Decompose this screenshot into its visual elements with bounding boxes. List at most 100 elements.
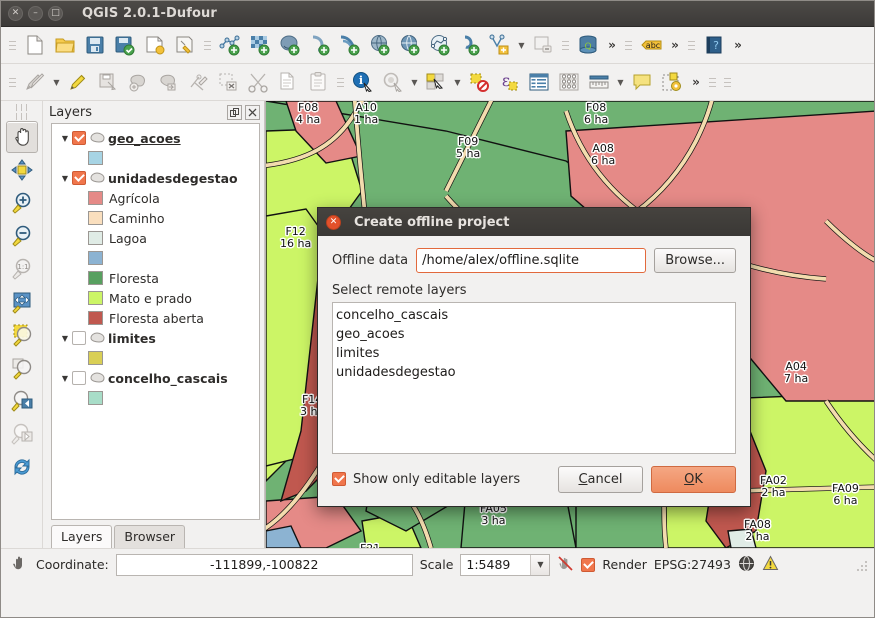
- list-item[interactable]: concelho_cascais: [336, 306, 735, 325]
- layer-row[interactable]: ▼ geo_acoes: [52, 128, 259, 148]
- expand-triangle-icon[interactable]: ▼: [58, 134, 72, 143]
- list-item[interactable]: unidadesdegestao: [336, 363, 735, 382]
- scale-combobox[interactable]: 1:5489 ▼: [460, 554, 550, 576]
- toolbar-overflow-button[interactable]: »: [687, 68, 705, 96]
- add-wcs-layer-icon[interactable]: [365, 30, 395, 60]
- layers-tree[interactable]: ▼ geo_acoes ▼: [51, 123, 260, 520]
- close-icon[interactable]: [245, 105, 260, 120]
- abc-label-icon[interactable]: abc: [636, 30, 666, 60]
- stop-render-icon[interactable]: [557, 555, 574, 575]
- list-item[interactable]: geo_acoes: [336, 325, 735, 344]
- messages-warning-icon[interactable]: [762, 555, 779, 575]
- zoom-out-icon[interactable]: [6, 220, 38, 252]
- offline-data-input[interactable]: /home/alex/offline.sqlite: [416, 248, 646, 273]
- move-feature-icon[interactable]: [153, 67, 183, 97]
- expand-triangle-icon[interactable]: ▼: [58, 334, 72, 343]
- toolbar-handle[interactable]: [561, 35, 570, 55]
- layer-name[interactable]: unidadesdegestao: [108, 171, 238, 186]
- node-tool-icon[interactable]: [183, 67, 213, 97]
- zoom-actual-size-icon[interactable]: 1:1: [6, 253, 38, 285]
- cut-features-icon[interactable]: [243, 67, 273, 97]
- add-mssql-layer-icon[interactable]: [335, 30, 365, 60]
- show-only-editable-layers-label[interactable]: Show only editable layers: [353, 472, 558, 487]
- save-project-as-icon[interactable]: [110, 30, 140, 60]
- map-tips-icon[interactable]: [378, 67, 408, 97]
- add-vector-layer-icon[interactable]: [215, 30, 245, 60]
- add-spatialite-layer-icon[interactable]: [305, 30, 335, 60]
- dialog-close-button[interactable]: ✕: [326, 215, 341, 230]
- add-wfs-layer-icon[interactable]: [425, 30, 455, 60]
- zoom-to-layer-icon[interactable]: [6, 352, 38, 384]
- composer-manager-icon[interactable]: [170, 30, 200, 60]
- pan-to-selection-icon[interactable]: [6, 154, 38, 186]
- scale-value[interactable]: 1:5489: [461, 555, 530, 575]
- toolbar-handle[interactable]: [624, 35, 633, 55]
- render-label[interactable]: Render: [602, 557, 647, 572]
- show-only-editable-layers-checkbox[interactable]: [332, 472, 346, 486]
- layer-row[interactable]: ▼ concelho_cascais: [52, 368, 259, 388]
- expand-triangle-icon[interactable]: ▼: [58, 374, 72, 383]
- toolbar-overflow-button[interactable]: »: [666, 31, 684, 59]
- save-project-icon[interactable]: [80, 30, 110, 60]
- add-raster-layer-icon[interactable]: [245, 30, 275, 60]
- save-layer-edits-icon[interactable]: [93, 67, 123, 97]
- zoom-to-selection-icon[interactable]: [6, 319, 38, 351]
- browse-button[interactable]: Browse...: [654, 248, 736, 273]
- window-close-button[interactable]: ✕: [8, 6, 23, 21]
- open-project-icon[interactable]: [50, 30, 80, 60]
- expand-triangle-icon[interactable]: ▼: [58, 174, 72, 183]
- coordinate-input[interactable]: -111899,-100822: [116, 554, 413, 576]
- new-print-composer-icon[interactable]: [140, 30, 170, 60]
- new-vector-layer-icon[interactable]: [485, 30, 515, 60]
- layer-visibility-checkbox[interactable]: [72, 131, 86, 145]
- layer-name[interactable]: concelho_cascais: [108, 371, 228, 386]
- coordinate-capture-icon[interactable]: [11, 554, 29, 575]
- layer-row[interactable]: ▼ limites: [52, 328, 259, 348]
- zoom-in-icon[interactable]: [6, 187, 38, 219]
- remote-layers-list[interactable]: concelho_cascais geo_acoes limites unida…: [332, 302, 736, 454]
- refresh-icon[interactable]: [6, 451, 38, 483]
- add-postgis-layer-icon[interactable]: [275, 30, 305, 60]
- cancel-button[interactable]: Cancel: [558, 466, 643, 493]
- add-wms-layer-icon[interactable]: [395, 30, 425, 60]
- deselect-features-icon[interactable]: [464, 67, 494, 97]
- zoom-next-icon[interactable]: [6, 418, 38, 450]
- toolbar-handle[interactable]: [8, 35, 17, 55]
- toggle-editing-icon[interactable]: [20, 67, 50, 97]
- toolbar-overflow-button[interactable]: »: [729, 31, 747, 59]
- toolbar-handle[interactable]: [687, 35, 696, 55]
- pan-map-icon[interactable]: [6, 121, 38, 153]
- toolbar-handle[interactable]: [12, 103, 32, 112]
- window-minimize-button[interactable]: –: [28, 6, 43, 21]
- tab-layers[interactable]: Layers: [51, 525, 112, 548]
- copy-features-icon[interactable]: [273, 67, 303, 97]
- layer-visibility-checkbox[interactable]: [72, 331, 86, 345]
- paste-features-icon[interactable]: [303, 67, 333, 97]
- layer-row[interactable]: ▼ unidadesdegestao: [52, 168, 259, 188]
- add-feature-icon[interactable]: [123, 67, 153, 97]
- layer-name[interactable]: geo_acoes: [108, 131, 181, 146]
- chevron-down-icon[interactable]: ▼: [451, 67, 464, 97]
- statistics-icon[interactable]: [554, 67, 584, 97]
- crs-status-icon[interactable]: [738, 555, 755, 575]
- python-console-icon[interactable]: [657, 67, 687, 97]
- toolbar-handle[interactable]: [723, 72, 732, 92]
- toolbar-handle[interactable]: [12, 112, 32, 121]
- new-project-icon[interactable]: [20, 30, 50, 60]
- zoom-last-icon[interactable]: [6, 385, 38, 417]
- current-edits-icon[interactable]: [63, 67, 93, 97]
- toolbar-overflow-button[interactable]: »: [603, 31, 621, 59]
- layer-visibility-checkbox[interactable]: [72, 171, 86, 185]
- help-icon[interactable]: ?: [699, 30, 729, 60]
- db-manager-icon[interactable]: Q: [573, 30, 603, 60]
- chevron-down-icon[interactable]: ▼: [614, 67, 627, 97]
- chevron-down-icon[interactable]: ▼: [515, 30, 528, 60]
- undock-icon[interactable]: [227, 105, 242, 120]
- toolbar-handle[interactable]: [8, 72, 17, 92]
- list-item[interactable]: limites: [336, 344, 735, 363]
- chevron-down-icon[interactable]: ▼: [50, 67, 63, 97]
- chevron-down-icon[interactable]: ▼: [408, 67, 421, 97]
- toolbar-handle[interactable]: [203, 35, 212, 55]
- select-features-icon[interactable]: [421, 67, 451, 97]
- chevron-down-icon[interactable]: ▼: [530, 555, 549, 575]
